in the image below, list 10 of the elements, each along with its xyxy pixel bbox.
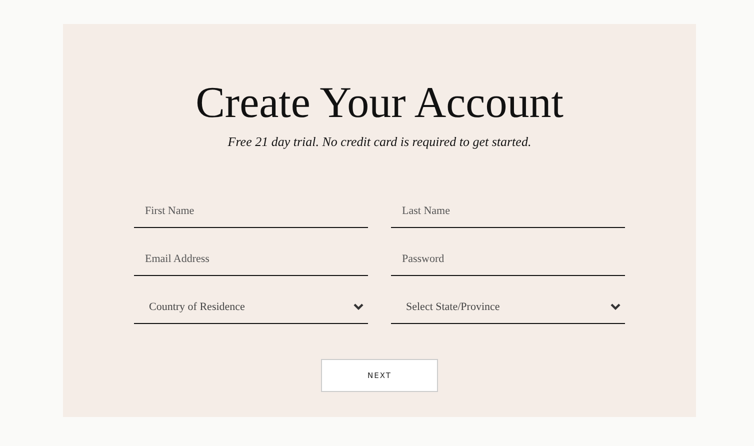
chevron-down-icon	[610, 302, 621, 310]
subtitle: Free 21 day trial. No credit card is required to get started.	[228, 134, 532, 150]
input-field[interactable]: Last Name	[391, 180, 625, 228]
input-field[interactable]: Password	[391, 228, 625, 276]
select-field[interactable]: Country of Residence	[134, 276, 368, 324]
chevron-down-icon	[353, 302, 364, 310]
input-field[interactable]: First Name	[134, 180, 368, 228]
page-title: Create Your Account	[196, 78, 564, 128]
select-field[interactable]: Select State/Province	[391, 276, 625, 324]
input-field[interactable]: Email Address	[134, 228, 368, 276]
